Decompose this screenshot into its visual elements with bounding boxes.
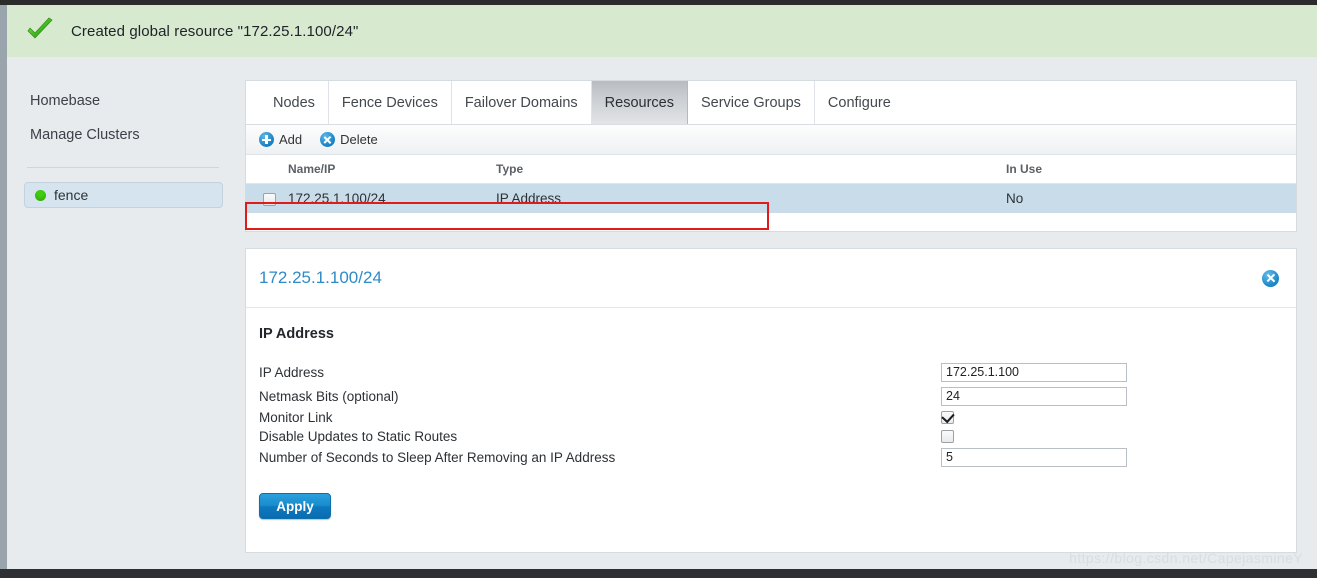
monitor-link-checkbox[interactable] bbox=[941, 410, 954, 424]
form-row-monitor-link: Monitor Link bbox=[259, 408, 1296, 426]
form-row-netmask-bits: Netmask Bits (optional) bbox=[259, 384, 1296, 408]
green-check-icon bbox=[25, 16, 55, 46]
resources-table: Name/IP Type In Use 172.25.1.100/24 IP A… bbox=[246, 155, 1296, 213]
disable-updates-checkbox[interactable] bbox=[941, 429, 954, 443]
form-row-ip-address: IP Address bbox=[259, 360, 1296, 384]
tab-nodes[interactable]: Nodes bbox=[260, 81, 329, 124]
table-row[interactable]: 172.25.1.100/24 IP Address No bbox=[246, 183, 1296, 213]
delete-button[interactable]: Delete bbox=[320, 132, 378, 147]
detail-body: IP Address IP Address Netmask Bits (opti… bbox=[246, 308, 1296, 519]
table-toolbar: Add Delete bbox=[246, 125, 1296, 155]
resource-detail-card: 172.25.1.100/24 IP Address IP Address Ne… bbox=[245, 248, 1297, 553]
success-banner: Created global resource "172.25.1.100/24… bbox=[7, 5, 1317, 57]
plus-circle-icon bbox=[259, 132, 274, 147]
sidebar-item-cluster-fence[interactable]: fence bbox=[24, 182, 223, 208]
column-header-in-use: In Use bbox=[1006, 155, 1296, 184]
label-ip-address: IP Address bbox=[259, 364, 325, 380]
tab-service-groups[interactable]: Service Groups bbox=[688, 81, 815, 124]
add-button-label: Add bbox=[279, 132, 303, 147]
form-row-sleep-seconds: Number of Seconds to Sleep After Removin… bbox=[259, 446, 1296, 468]
page-root: Created global resource "172.25.1.100/24… bbox=[0, 0, 1317, 578]
tab-configure[interactable]: Configure bbox=[815, 81, 904, 124]
tab-resources[interactable]: Resources bbox=[591, 81, 688, 124]
netmask-bits-input[interactable] bbox=[941, 386, 1127, 406]
detail-header: 172.25.1.100/24 bbox=[246, 249, 1296, 308]
form-row-disable-updates: Disable Updates to Static Routes bbox=[259, 426, 1296, 446]
window-bottom-strip bbox=[0, 569, 1317, 578]
tab-failover-domains[interactable]: Failover Domains bbox=[452, 81, 592, 124]
label-sleep-seconds: Number of Seconds to Sleep After Removin… bbox=[259, 449, 616, 465]
status-online-icon bbox=[35, 189, 46, 201]
cluster-name-label: fence bbox=[54, 187, 89, 203]
watermark: https://blog.csdn.net/CapejasmineY bbox=[1069, 550, 1303, 566]
column-header-type: Type bbox=[496, 155, 1006, 184]
tab-fence-devices[interactable]: Fence Devices bbox=[329, 81, 452, 124]
add-button[interactable]: Add bbox=[259, 132, 302, 147]
row-checkbox[interactable] bbox=[263, 192, 276, 206]
column-header-select bbox=[246, 155, 288, 184]
x-circle-icon bbox=[320, 132, 336, 147]
sidebar-item-manage-clusters[interactable]: Manage Clusters bbox=[7, 121, 239, 149]
ip-address-input[interactable] bbox=[941, 362, 1127, 382]
sidebar: Homebase Manage Clusters fence bbox=[7, 57, 239, 569]
table-header-row: Name/IP Type In Use bbox=[246, 155, 1296, 184]
label-monitor-link: Monitor Link bbox=[259, 409, 333, 425]
cell-type: IP Address bbox=[496, 183, 1006, 213]
close-circle-icon[interactable] bbox=[1262, 269, 1279, 287]
resources-card: Nodes Fence Devices Failover Domains Res… bbox=[245, 80, 1297, 232]
cell-in-use: No bbox=[1006, 183, 1296, 213]
sidebar-divider bbox=[27, 167, 219, 168]
sidebar-item-homebase[interactable]: Homebase bbox=[7, 87, 239, 115]
column-header-name: Name/IP bbox=[288, 155, 496, 184]
banner-message: Created global resource "172.25.1.100/24… bbox=[71, 22, 359, 40]
label-disable-updates: Disable Updates to Static Routes bbox=[259, 428, 458, 444]
label-netmask-bits: Netmask Bits (optional) bbox=[259, 388, 399, 404]
window-left-edge bbox=[0, 5, 7, 569]
sleep-seconds-input[interactable] bbox=[941, 447, 1127, 467]
section-title: IP Address bbox=[259, 326, 334, 342]
cell-name: 172.25.1.100/24 bbox=[288, 183, 496, 213]
delete-button-label: Delete bbox=[340, 132, 378, 147]
row-select-cell bbox=[246, 183, 288, 213]
apply-button[interactable]: Apply bbox=[259, 493, 331, 519]
tab-bar: Nodes Fence Devices Failover Domains Res… bbox=[246, 81, 1296, 125]
detail-title[interactable]: 172.25.1.100/24 bbox=[259, 268, 382, 288]
